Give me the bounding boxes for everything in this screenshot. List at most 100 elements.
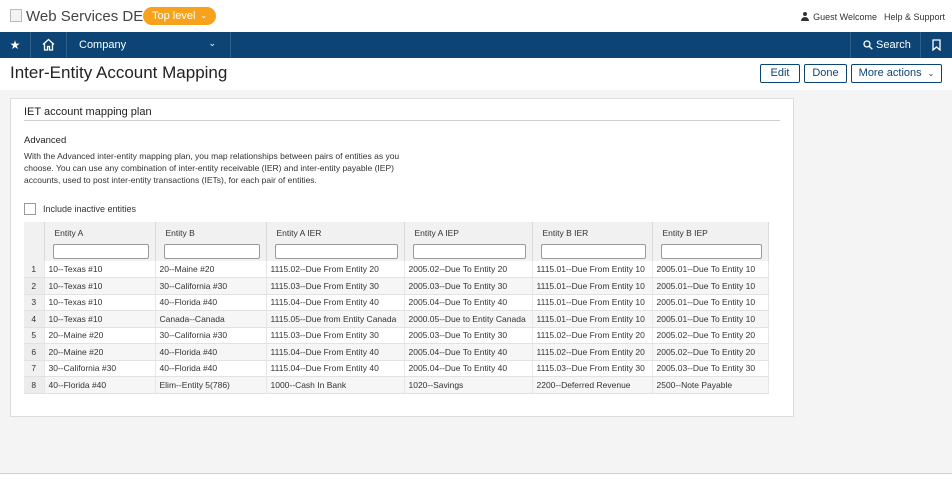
top-bar: Web Services DEMO Top level ⌄ Guest Welco… [0, 0, 952, 32]
row-number-header [24, 222, 45, 241]
filter-cell [266, 241, 405, 261]
table-row[interactable]: 5 20--Maine #20 30--California #30 1115.… [24, 327, 769, 344]
row-number: 1 [24, 261, 45, 278]
column-header-entity-a-iep[interactable]: Entity A IEP [404, 222, 533, 241]
entity-a-iep-cell: 1020--Savings [404, 376, 533, 394]
more-actions-button[interactable]: More actions ⌄ [851, 64, 942, 83]
entity-a-cell: 30--California #30 [44, 360, 156, 377]
done-button[interactable]: Done [804, 64, 847, 83]
search-button[interactable]: Search [850, 32, 920, 58]
entity-selector-label: Top level [152, 10, 196, 22]
table-row[interactable]: 4 10--Texas #10 Canada--Canada 1115.05--… [24, 310, 769, 328]
divider [24, 120, 780, 121]
column-header-entity-b-iep[interactable]: Entity B IEP [652, 222, 769, 241]
entity-b-ier-cell: 1115.02--Due From Entity 20 [532, 327, 653, 344]
entity-a-iep-filter-input[interactable] [412, 243, 526, 259]
include-inactive-checkbox[interactable] [24, 203, 36, 215]
column-header-entity-b-ier[interactable]: Entity B IER [532, 222, 653, 241]
entity-a-ier-cell: 1115.02--Due From Entity 20 [266, 261, 405, 278]
entity-a-iep-cell: 2005.04--Due To Entity 40 [404, 343, 533, 361]
table-row[interactable]: 3 10--Texas #10 40--Florida #40 1115.04-… [24, 294, 769, 311]
entity-b-ier-cell: 1115.01--Due From Entity 10 [532, 310, 653, 328]
table-row[interactable]: 2 10--Texas #10 30--California #30 1115.… [24, 277, 769, 295]
entity-a-ier-cell: 1115.03--Due From Entity 30 [266, 277, 405, 295]
entity-b-cell: 30--California #30 [155, 327, 267, 344]
column-header-entity-b[interactable]: Entity B [155, 222, 267, 241]
entity-a-ier-cell: 1115.03--Due From Entity 30 [266, 327, 405, 344]
entity-b-ier-cell: 1115.01--Due From Entity 10 [532, 294, 653, 311]
filter-cell [155, 241, 267, 261]
entity-a-iep-cell: 2005.03--Due To Entity 30 [404, 277, 533, 295]
entity-b-cell: 40--Florida #40 [155, 343, 267, 361]
row-number: 8 [24, 376, 45, 394]
mapping-table: Entity A Entity B Entity A IER Entity A … [24, 222, 769, 394]
include-inactive-label: Include inactive entities [43, 204, 137, 214]
row-number: 4 [24, 310, 45, 328]
entity-a-ier-cell: 1115.04--Due From Entity 40 [266, 343, 405, 361]
chevron-down-icon: ⌄ [200, 11, 208, 20]
search-label: Search [876, 39, 911, 51]
mapping-plan-panel: IET account mapping plan Advanced With t… [10, 98, 794, 417]
divider [0, 473, 952, 474]
nav-bar: ★ Company ⌄ Search [0, 32, 952, 58]
company-menu[interactable]: Company ⌄ [67, 32, 231, 58]
entity-b-iep-cell: 2005.01--Due To Entity 10 [652, 294, 769, 311]
filter-row [24, 241, 769, 261]
row-number: 7 [24, 360, 45, 377]
entity-a-ier-cell: 1115.05--Due from Entity Canada [266, 310, 405, 328]
page-title: Inter-Entity Account Mapping [10, 63, 228, 82]
favorites-button[interactable]: ★ [0, 32, 31, 58]
table-row[interactable]: 7 30--California #30 40--Florida #40 111… [24, 360, 769, 377]
entity-b-filter-input[interactable] [163, 243, 260, 259]
user-menu[interactable]: Guest Welcome [801, 12, 877, 22]
home-icon [42, 38, 55, 51]
entity-b-ier-cell: 1115.01--Due From Entity 10 [532, 277, 653, 295]
entity-a-iep-cell: 2005.04--Due To Entity 40 [404, 360, 533, 377]
entity-b-ier-filter-input[interactable] [540, 243, 646, 259]
entity-a-ier-cell: 1000--Cash In Bank [266, 376, 405, 394]
entity-a-iep-cell: 2005.02--Due To Entity 20 [404, 261, 533, 278]
plan-description: With the Advanced inter-entity mapping p… [24, 151, 400, 185]
chevron-down-icon: ⌄ [208, 38, 216, 48]
company-menu-label: Company [79, 39, 127, 51]
entity-a-filter-input[interactable] [52, 243, 149, 259]
entity-a-ier-filter-input[interactable] [274, 243, 398, 259]
row-number: 2 [24, 277, 45, 295]
column-header-entity-a-ier[interactable]: Entity A IER [266, 222, 405, 241]
entity-b-iep-filter-input[interactable] [660, 243, 762, 259]
entity-a-ier-cell: 1115.04--Due From Entity 40 [266, 360, 405, 377]
entity-b-iep-cell: 2005.03--Due To Entity 30 [652, 360, 769, 377]
edit-button[interactable]: Edit [760, 64, 800, 83]
user-icon [801, 12, 810, 21]
filter-cell [652, 241, 769, 261]
table-row[interactable]: 1 10--Texas #10 20--Maine #20 1115.02--D… [24, 261, 769, 278]
star-icon: ★ [9, 38, 21, 52]
entity-b-cell: 40--Florida #40 [155, 294, 267, 311]
entity-a-cell: 10--Texas #10 [44, 310, 156, 328]
search-icon [863, 40, 873, 50]
entity-b-iep-cell: 2005.01--Due To Entity 10 [652, 310, 769, 328]
home-button[interactable] [31, 32, 67, 58]
filter-cell [404, 241, 533, 261]
entity-b-cell: 20--Maine #20 [155, 261, 267, 278]
entity-b-iep-cell: 2500--Note Payable [652, 376, 769, 394]
table-header-row: Entity A Entity B Entity A IER Entity A … [24, 222, 769, 241]
entity-selector[interactable]: Top level ⌄ [143, 7, 217, 25]
entity-b-cell: Canada--Canada [155, 310, 267, 328]
table-row[interactable]: 8 40--Florida #40 Elim--Entity 5(786) 10… [24, 376, 769, 394]
entity-b-iep-cell: 2005.02--Due To Entity 20 [652, 343, 769, 361]
chevron-down-icon: ⌄ [927, 69, 935, 78]
entity-b-cell: 30--California #30 [155, 277, 267, 295]
bookmark-button[interactable] [920, 32, 952, 58]
entity-b-ier-cell: 1115.03--Due From Entity 30 [532, 360, 653, 377]
help-link[interactable]: Help & Support [884, 12, 945, 22]
entity-b-ier-cell: 1115.01--Due From Entity 10 [532, 261, 653, 278]
table-row[interactable]: 6 20--Maine #20 40--Florida #40 1115.04-… [24, 343, 769, 361]
more-actions-label: More actions [858, 67, 922, 79]
panel-title: IET account mapping plan [24, 106, 152, 118]
row-number: 6 [24, 343, 45, 361]
column-header-entity-a[interactable]: Entity A [44, 222, 156, 241]
entity-b-iep-cell: 2005.02--Due To Entity 20 [652, 327, 769, 344]
plan-name: Advanced [24, 135, 67, 146]
entity-a-cell: 20--Maine #20 [44, 343, 156, 361]
